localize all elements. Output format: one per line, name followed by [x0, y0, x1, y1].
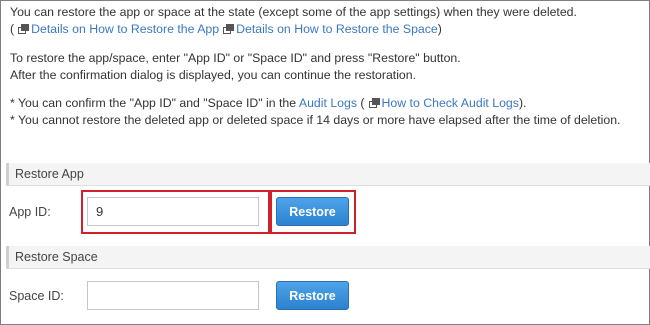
restore-space-details-link[interactable]: Details on How to Restore the Space	[236, 22, 438, 36]
note-1-text: * You can confirm the "App ID" and "Spac…	[10, 96, 297, 110]
app-id-input[interactable]	[87, 197, 259, 226]
restore-space-section-header: Restore Space	[6, 246, 650, 269]
external-link-icon	[18, 24, 30, 34]
restore-settings-panel: You can restore the app or space at the …	[0, 0, 650, 325]
restore-app-section-header: Restore App	[6, 163, 650, 186]
paren-close-2: ).	[518, 96, 527, 110]
external-link-icon	[223, 24, 235, 34]
paren-open-2: (	[360, 96, 365, 110]
audit-logs-link[interactable]: Audit Logs	[299, 96, 357, 110]
intro-text: You can restore the app or space at the …	[10, 4, 645, 129]
intro-line-2: ( Details on How to Restore the App Detail…	[10, 21, 645, 38]
app-id-label: App ID:	[9, 205, 51, 219]
space-id-label: Space ID:	[9, 289, 64, 303]
restore-space-button[interactable]: Restore	[276, 281, 349, 310]
note-1: * You can confirm the "App ID" and "Spac…	[10, 95, 645, 112]
intro-line-4: After the confirmation dialog is display…	[10, 68, 417, 82]
note-2: * You cannot restore the deleted app or …	[10, 113, 621, 127]
paren-close: )	[437, 22, 442, 36]
check-audit-logs-link[interactable]: How to Check Audit Logs	[382, 96, 519, 110]
intro-line-3: To restore the app/space, enter "App ID"…	[10, 51, 461, 65]
space-id-input[interactable]	[87, 281, 259, 310]
paren-open: (	[10, 22, 15, 36]
restore-app-details-link[interactable]: Details on How to Restore the App	[31, 22, 219, 36]
restore-app-button[interactable]: Restore	[276, 197, 349, 226]
external-link-icon	[368, 98, 380, 108]
intro-line-1: You can restore the app or space at the …	[10, 5, 577, 19]
